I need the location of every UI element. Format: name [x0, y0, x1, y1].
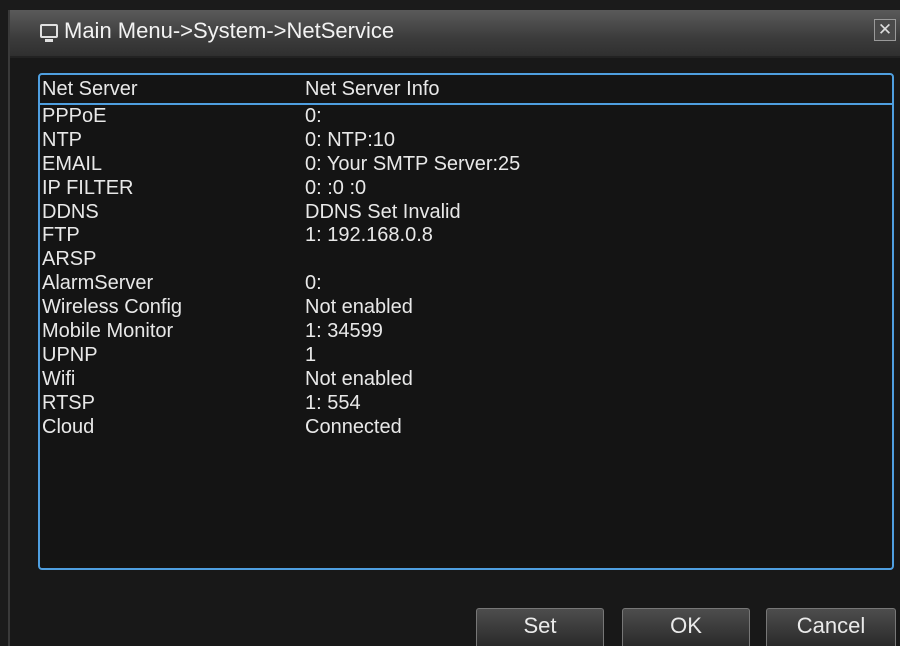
net-server-name: NTP: [42, 128, 82, 151]
column-header-net-server: Net Server: [42, 78, 138, 100]
table-row[interactable]: NTP 0: NTP:10: [40, 129, 892, 153]
net-server-info: 0:: [305, 105, 322, 127]
table-row[interactable]: EMAIL 0: Your SMTP Server:25: [40, 153, 892, 177]
net-server-info: 1: 192.168.0.8: [305, 224, 433, 247]
netservice-window: Main Menu->System->NetService ✕ Net Serv…: [8, 10, 900, 646]
net-server-info: Not enabled: [305, 367, 413, 390]
net-server-name: Wireless Config: [42, 296, 183, 319]
monitor-icon: [40, 24, 58, 42]
net-server-name: DDNS: [42, 200, 99, 223]
net-server-info: 0: NTP:10: [305, 128, 396, 151]
table-row[interactable]: IP FILTER 0: :0 :0: [40, 177, 892, 201]
set-button[interactable]: Set: [476, 608, 604, 646]
net-server-info: 1: [305, 343, 317, 366]
table-row[interactable]: Wireless Config Not enabled: [40, 296, 892, 320]
table-body: PPPoE 0: NTP 0: NTP:10 EMAIL 0: Your SMTP Ser…: [40, 105, 892, 439]
table-row[interactable]: DDNS DDNS Set Invalid: [40, 201, 892, 225]
ok-button[interactable]: OK: [622, 608, 750, 646]
net-server-name: IP FILTER: [42, 176, 134, 199]
net-server-info: 0: :0 :0: [305, 176, 367, 199]
table-row[interactable]: AlarmServer 0:: [40, 272, 892, 296]
table-row[interactable]: ARSP: [40, 248, 892, 272]
close-button[interactable]: ✕: [874, 19, 896, 41]
table-row[interactable]: Cloud Connected: [40, 416, 892, 440]
net-server-name: PPPoE: [42, 105, 107, 127]
net-server-info: 0: Your SMTP Server:25: [305, 152, 521, 175]
net-server-name: RTSP: [42, 391, 95, 414]
net-server-name: EMAIL: [42, 152, 103, 175]
net-server-name: Mobile Monitor: [42, 320, 174, 343]
net-server-info: Not enabled: [305, 296, 413, 319]
column-header-net-server-info: Net Server Info: [305, 78, 440, 100]
net-server-info: Connected: [305, 415, 402, 438]
table-row[interactable]: FTP 1: 192.168.0.8: [40, 224, 892, 248]
table-header: Net Server Net Server Info: [40, 75, 892, 105]
net-server-info: 1: 34599: [305, 320, 383, 343]
table-row[interactable]: Wifi Not enabled: [40, 368, 892, 392]
net-server-name: ARSP: [42, 248, 97, 271]
table-row[interactable]: UPNP 1: [40, 344, 892, 368]
net-server-info: 1: 554: [305, 391, 361, 414]
table-row[interactable]: Mobile Monitor 1: 34599: [40, 320, 892, 344]
net-service-table: Net Server Net Server Info PPPoE 0: NTP 0: …: [38, 73, 894, 570]
window-title: Main Menu->System->NetService: [64, 18, 395, 43]
net-server-info: DDNS Set Invalid: [305, 200, 461, 223]
cancel-button[interactable]: Cancel: [766, 608, 896, 646]
net-server-name: FTP: [42, 224, 80, 247]
net-server-name: Wifi: [42, 367, 76, 390]
table-row[interactable]: PPPoE 0:: [40, 105, 892, 129]
title-bar: Main Menu->System->NetService ✕: [10, 10, 900, 58]
net-server-name: AlarmServer: [42, 272, 154, 295]
net-server-name: UPNP: [42, 343, 98, 366]
table-row[interactable]: RTSP 1: 554: [40, 392, 892, 416]
net-server-name: Cloud: [42, 415, 95, 438]
net-server-info: 0:: [305, 272, 322, 295]
